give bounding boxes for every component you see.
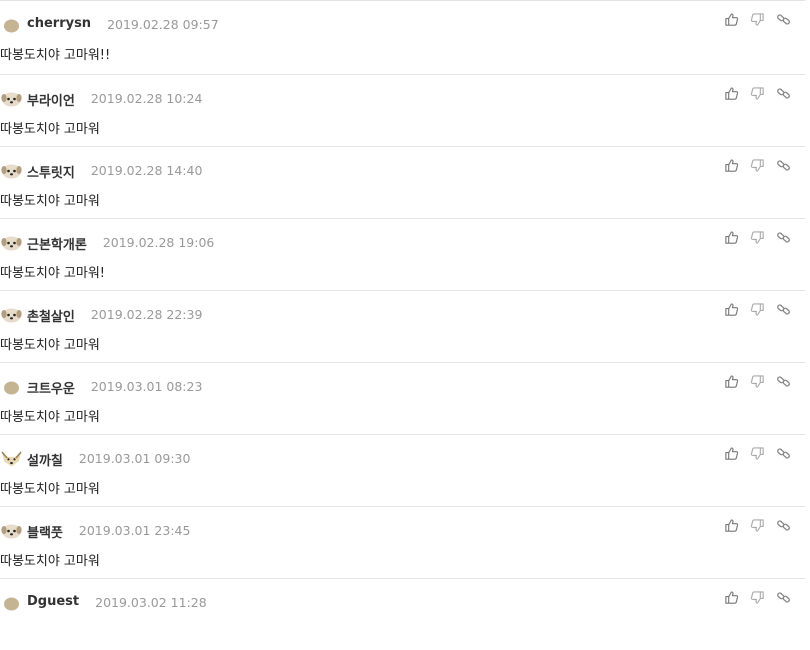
dog-avatar[interactable] — [1, 91, 22, 107]
thumbs-down-icon[interactable] — [750, 12, 765, 27]
comment-author[interactable]: 부라이언 — [27, 90, 75, 109]
comment-author[interactable]: Dguest — [27, 594, 79, 609]
thumbs-up-icon[interactable] — [724, 446, 739, 461]
link-icon[interactable] — [776, 12, 791, 27]
link-icon[interactable] — [776, 302, 791, 317]
comment-author[interactable]: 설까칠 — [27, 450, 63, 469]
dog-avatar[interactable] — [1, 235, 22, 251]
comment-date: 2019.02.28 14:40 — [90, 163, 203, 178]
comment-date: 2019.02.28 09:57 — [107, 17, 219, 32]
comment-date: 2019.03.02 11:28 — [95, 595, 207, 610]
comment-text: 따봉도치야 고마워 — [0, 122, 100, 137]
thumbs-down-icon[interactable] — [750, 158, 765, 173]
comment-text: 따봉도치야 고마워 — [0, 482, 100, 497]
thumbs-up-icon[interactable] — [724, 158, 739, 173]
thumbs-down-icon[interactable] — [750, 590, 765, 605]
dog-avatar[interactable] — [1, 163, 22, 179]
comment-author[interactable]: 스투릿지 — [27, 162, 75, 181]
thumbs-down-icon[interactable] — [750, 446, 765, 461]
comment-text: 따봉도치야 고마워 — [0, 194, 100, 209]
comment-actions — [724, 590, 791, 605]
comment-date: 2019.02.28 22:39 — [90, 307, 203, 322]
comment-item: 설까칠 2019.03.01 09:30 따봉도치야 고마워 — [0, 434, 805, 506]
thumbs-up-icon[interactable] — [724, 302, 739, 317]
thumbs-down-icon[interactable] — [750, 86, 765, 101]
comment-item: 근본학개론 2019.02.28 19:06 따봉도치야 고마워! — [0, 218, 805, 290]
blob-avatar[interactable] — [1, 17, 22, 33]
thumbs-up-icon[interactable] — [724, 374, 739, 389]
comment-author[interactable]: 블랙풋 — [27, 522, 63, 541]
comment-date: 2019.02.28 10:24 — [90, 91, 203, 106]
blob-avatar[interactable] — [1, 595, 22, 611]
comment-item: 블랙풋 2019.03.01 23:45 따봉도치야 고마워 — [0, 506, 805, 578]
comment-actions — [724, 302, 791, 317]
link-icon[interactable] — [776, 374, 791, 389]
link-icon[interactable] — [776, 446, 791, 461]
thumbs-up-icon[interactable] — [724, 230, 739, 245]
comment-item: 크트우운 2019.03.01 08:23 따봉도치야 고마워 — [0, 362, 805, 434]
thumbs-up-icon[interactable] — [724, 86, 739, 101]
thumbs-down-icon[interactable] — [750, 230, 765, 245]
comment-list: cherrysn 2019.02.28 09:57 따봉도치야 고마워!! 부라… — [0, 0, 805, 650]
comment-date: 2019.03.01 09:30 — [78, 451, 191, 466]
comment-date: 2019.02.28 19:06 — [102, 235, 215, 250]
comment-author[interactable]: cherrysn — [27, 16, 91, 31]
link-icon[interactable] — [776, 590, 791, 605]
thumbs-up-icon[interactable] — [724, 590, 739, 605]
comment-author[interactable]: 근본학개론 — [27, 234, 87, 253]
comment-actions — [724, 446, 791, 461]
comment-date: 2019.03.01 23:45 — [78, 523, 191, 538]
comment-actions — [724, 12, 791, 27]
thumbs-down-icon[interactable] — [750, 302, 765, 317]
comment-text: 따봉도치야 고마워 — [0, 338, 100, 353]
comment-author[interactable]: 크트우운 — [27, 378, 75, 397]
link-icon[interactable] — [776, 230, 791, 245]
comment-date: 2019.03.01 08:23 — [90, 379, 203, 394]
thumbs-down-icon[interactable] — [750, 374, 765, 389]
link-icon[interactable] — [776, 86, 791, 101]
comment-actions — [724, 374, 791, 389]
comment-item: 스투릿지 2019.02.28 14:40 따봉도치야 고마워 — [0, 146, 805, 218]
comment-item: 부라이언 2019.02.28 10:24 따봉도치야 고마워 — [0, 74, 805, 146]
thumbs-up-icon[interactable] — [724, 12, 739, 27]
fox-avatar[interactable] — [1, 451, 22, 467]
dog-avatar[interactable] — [1, 307, 22, 323]
comment-text: 따봉도치야 고마워!! — [0, 48, 111, 63]
thumbs-down-icon[interactable] — [750, 518, 765, 533]
dog-avatar[interactable] — [1, 523, 22, 539]
comment-text: 따봉도치야 고마워 — [0, 554, 100, 569]
comment-author[interactable]: 촌철살인 — [27, 306, 75, 325]
comment-item: cherrysn 2019.02.28 09:57 따봉도치야 고마워!! — [0, 0, 805, 74]
comment-actions — [724, 86, 791, 101]
comment-text: 따봉도치야 고마워! — [0, 266, 106, 281]
comment-actions — [724, 518, 791, 533]
thumbs-up-icon[interactable] — [724, 518, 739, 533]
comment-text: 따봉도치야 고마워 — [0, 410, 100, 425]
comment-actions — [724, 230, 791, 245]
blob-avatar[interactable] — [1, 379, 22, 395]
link-icon[interactable] — [776, 518, 791, 533]
comment-item: 촌철살인 2019.02.28 22:39 따봉도치야 고마워 — [0, 290, 805, 362]
comment-actions — [724, 158, 791, 173]
comment-item: Dguest 2019.03.02 11:28 — [0, 578, 805, 650]
link-icon[interactable] — [776, 158, 791, 173]
